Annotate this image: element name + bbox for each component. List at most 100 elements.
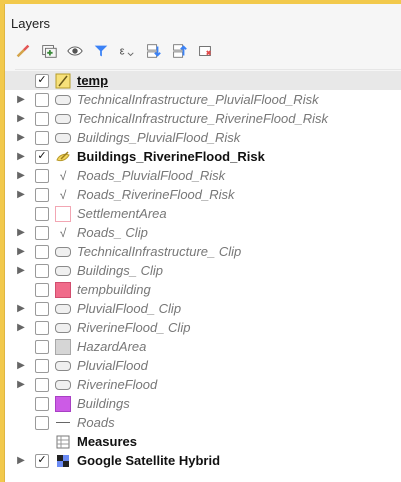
expand-all-button[interactable] [143,43,163,63]
layer-row[interactable]: ▶ PluvialFlood [5,356,401,375]
layer-row[interactable]: ▶ Buildings_PluvialFlood_Risk [5,128,401,147]
expand-arrow-icon[interactable]: ▶ [15,265,27,277]
layer-row[interactable]: ▶Buildings [5,394,401,413]
polygon-shape [55,303,71,314]
layer-row[interactable]: ▶HazardArea [5,337,401,356]
expand-arrow-icon[interactable]: ▶ [15,94,27,106]
visibility-checkbox[interactable] [35,301,49,316]
layer-label: Roads_PluvialFlood_Risk [77,168,226,183]
layer-label: Buildings_ Clip [77,263,163,278]
visibility-checkbox[interactable] [35,206,49,221]
visibility-checkbox[interactable] [35,263,49,278]
layer-row[interactable]: ▶ TechnicalInfrastructure_PluvialFlood_Ri… [5,90,401,109]
layer-row[interactable]: ▶ Buildings_ Clip [5,261,401,280]
remove-layer-button[interactable] [195,43,215,63]
expand-arrow-icon[interactable]: ▶ [15,227,27,239]
visibility-checkbox[interactable] [35,168,49,183]
layer-row[interactable]: ▶Roads [5,413,401,432]
visibility-checkbox[interactable] [35,415,49,430]
color-swatch-icon [55,338,71,355]
layer-label: PluvialFlood_ Clip [77,301,182,316]
layer-row[interactable]: ▶ ✓ Google Satellite Hybrid [5,451,401,470]
visibility-checkbox[interactable] [35,358,49,373]
filter-expression-button[interactable]: ε [117,43,137,63]
add-group-button[interactable] [39,43,59,63]
layer-row[interactable]: ▶ √ Roads_PluvialFlood_Risk [5,166,401,185]
swatch [55,338,71,355]
visibility-checkbox[interactable]: ✓ [35,73,49,88]
layer-row[interactable]: ▶ PluvialFlood_ Clip [5,299,401,318]
polygon-shape [55,113,71,124]
line-layer-icon [55,73,71,88]
color-swatch-icon [55,205,71,222]
layer-row[interactable]: ▶ √ Roads_ Clip [5,223,401,242]
filter-legend-button[interactable] [91,43,111,63]
layer-row[interactable]: ▶SettlementArea [5,204,401,223]
layer-row[interactable]: ▶ √ Roads_RiverineFlood_Risk [5,185,401,204]
layer-row[interactable]: ▶tempbuilding [5,280,401,299]
layer-label: tempbuilding [77,282,151,297]
expand-arrow-icon[interactable]: ▶ [15,151,27,163]
layer-row[interactable]: ▶ RiverineFlood_ Clip [5,318,401,337]
expand-arrow-icon[interactable]: ▶ [15,170,27,182]
polygon-shape [55,265,71,276]
manage-visibility-button[interactable] [65,43,85,63]
visibility-checkbox[interactable]: ✓ [35,453,49,468]
visibility-checkbox[interactable]: ✓ [35,149,49,164]
layer-row[interactable]: ▶✓temp [5,71,401,90]
expand-arrow-icon[interactable]: ▶ [15,322,27,334]
layer-row[interactable]: ▶ TechnicalInfrastructure_ Clip [5,242,401,261]
layers-tree: ▶ ✓ temp ▶ TechnicalInfrastructure_PluvialFl… [5,71,401,482]
visibility-checkbox[interactable] [35,225,49,240]
expand-arrow-icon[interactable]: ▶ [15,132,27,144]
expand-arrow-icon[interactable]: ▶ [15,113,27,125]
layer-row[interactable]: ▶ TechnicalInfrastructure_RiverineFlood_R… [5,109,401,128]
visibility-checkbox[interactable] [35,92,49,107]
expand-arrow-icon[interactable]: ▶ [15,360,27,372]
polygon-shape [55,246,71,257]
visibility-checkbox[interactable] [35,111,49,126]
collapse-all-button[interactable] [169,43,189,63]
visibility-checkbox[interactable] [35,244,49,259]
expand-arrow-icon[interactable]: ▶ [15,246,27,258]
visibility-checkbox[interactable] [35,377,49,392]
line-symbol-icon: √ [59,168,67,183]
line-symbol-icon: √ [59,225,67,240]
layer-label: RiverineFlood_ Clip [77,320,191,335]
layer-label: Measures [77,434,137,449]
visibility-checkbox[interactable] [35,282,49,297]
expand-arrow-icon[interactable]: ▶ [15,189,27,201]
layer-label: Buildings [77,396,130,411]
visibility-checkbox[interactable] [35,130,49,145]
line-layer-icon: √ [55,226,71,240]
polygon-layer-icon [55,93,71,107]
panel-title: Layers [11,16,51,31]
layer-label: Roads [77,415,115,430]
layer-label: temp [77,73,109,88]
layer-row[interactable]: ▶ RiverineFlood [5,375,401,394]
visibility-checkbox[interactable] [35,396,49,411]
line-layer-icon [55,416,71,430]
polygon-layer-icon [55,131,71,145]
line-layer-icon: √ [55,169,71,183]
collapse-all-icon [170,42,188,65]
visibility-checkbox[interactable] [35,339,49,354]
toolbar-divider [15,69,401,70]
filter-legend-icon [92,42,110,65]
polygon-layer-icon [55,264,71,278]
visibility-checkbox[interactable] [35,187,49,202]
table-icon [55,435,71,449]
expand-arrow-icon[interactable]: ▶ [15,303,27,315]
polygon-shape [55,360,71,371]
expand-arrow-icon[interactable]: ▶ [15,455,27,467]
layer-row[interactable]: ▶Measures [5,432,401,451]
polygon-layer-icon [55,150,71,164]
expand-arrow-icon[interactable]: ▶ [15,379,27,391]
manage-visibility-icon [66,42,84,65]
polygon-layer-icon [55,378,71,392]
visibility-checkbox[interactable] [35,320,49,335]
layer-row[interactable]: ▶ ✓ Buildings_RiverineFlood_Risk [5,147,401,166]
polygon-shape [55,379,71,390]
open-layer-styling-button[interactable] [13,43,33,63]
layer-label: TechnicalInfrastructure_PluvialFlood_Ris… [77,92,319,107]
